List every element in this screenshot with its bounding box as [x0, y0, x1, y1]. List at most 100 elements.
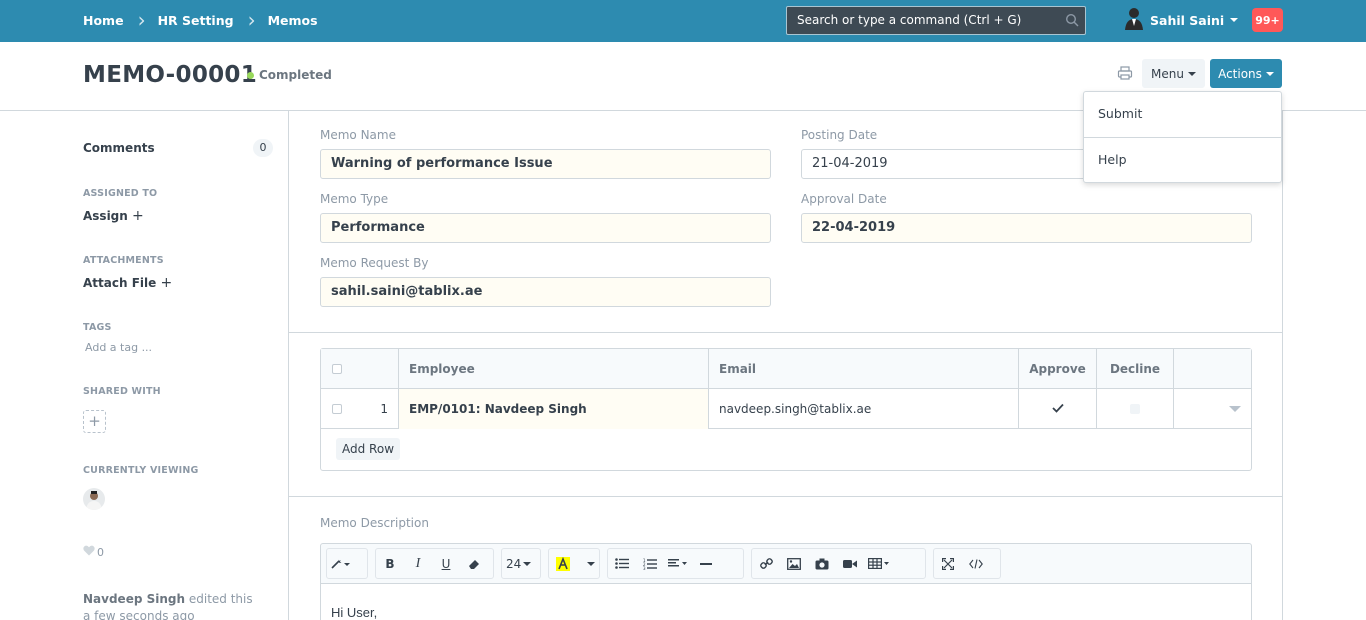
- ordered-list-icon[interactable]: 123: [636, 549, 664, 578]
- print-icon[interactable]: [1117, 66, 1133, 84]
- cell-decline[interactable]: [1097, 389, 1174, 429]
- shared-with-label: SHARED WITH: [83, 386, 161, 397]
- svg-text:3: 3: [643, 566, 646, 570]
- memo-name-label: Memo Name: [320, 128, 396, 142]
- image-icon[interactable]: [780, 549, 808, 578]
- cell-approve[interactable]: [1019, 389, 1097, 429]
- dropdown-item-submit[interactable]: Submit: [1098, 106, 1142, 121]
- breadcrumb-home[interactable]: Home: [83, 13, 124, 28]
- font-size-button[interactable]: 24: [502, 549, 535, 578]
- comments-link[interactable]: Comments: [83, 141, 155, 155]
- attach-file-label: Attach File: [83, 276, 157, 290]
- assign-link[interactable]: Assign +: [83, 208, 144, 224]
- row-index: 1: [380, 402, 388, 416]
- viewer-avatar: [83, 488, 105, 510]
- row-checkbox[interactable]: [332, 404, 342, 414]
- memo-description-editor[interactable]: Hi User,: [320, 583, 1252, 620]
- section-divider: [289, 496, 1282, 497]
- assigned-to-label: ASSIGNED TO: [83, 188, 158, 199]
- user-menu[interactable]: Sahil Saini: [1124, 8, 1239, 32]
- header-employee: Employee: [399, 349, 709, 389]
- form-sidebar: Comments 0 ASSIGNED TO Assign + ATTACHME…: [83, 111, 273, 620]
- color-dropdown-button[interactable]: [577, 549, 605, 578]
- video-icon[interactable]: [836, 549, 864, 578]
- approval-date-field[interactable]: 22-04-2019: [801, 213, 1252, 243]
- color-group: [548, 548, 600, 579]
- cell-email[interactable]: navdeep.singh@tablix.ae: [709, 389, 1019, 429]
- activity-entry: Navdeep Singh edited this a few seconds …: [83, 591, 273, 620]
- add-tag-input[interactable]: Add a tag ...: [85, 341, 152, 354]
- menu-button[interactable]: Menu: [1142, 59, 1205, 88]
- cell-employee[interactable]: EMP/0101: Navdeep Singh: [399, 389, 709, 429]
- memo-type-field[interactable]: Performance: [320, 213, 771, 243]
- italic-button[interactable]: I: [404, 549, 432, 578]
- like-button[interactable]: 0: [83, 545, 104, 559]
- eraser-icon[interactable]: [460, 549, 488, 578]
- font-size-value: 24: [506, 556, 522, 571]
- underline-button[interactable]: U: [432, 549, 460, 578]
- style-group: [326, 548, 368, 579]
- caret-down-icon: [1187, 71, 1196, 76]
- insert-group: [751, 548, 926, 579]
- notifications-badge[interactable]: 99+: [1252, 8, 1283, 32]
- dropdown-item-help[interactable]: Help: [1098, 152, 1127, 167]
- table-row[interactable]: 1 EMP/0101: Navdeep Singh navdeep.singh@…: [321, 389, 1251, 429]
- actions-button[interactable]: Actions: [1210, 59, 1282, 88]
- currently-viewing-label: CURRENTLY VIEWING: [83, 465, 199, 476]
- horizontal-rule-icon[interactable]: [692, 549, 720, 578]
- memo-request-by-field[interactable]: sahil.saini@tablix.ae: [320, 277, 771, 307]
- breadcrumb: Home › HR Setting › Memos: [83, 0, 318, 40]
- table-insert-icon[interactable]: [864, 549, 894, 578]
- caret-down-icon: [1230, 18, 1239, 22]
- activity-time: a few seconds ago: [83, 609, 195, 620]
- status-indicator: Completed: [247, 68, 332, 82]
- font-size-group: 24: [501, 548, 541, 579]
- fullscreen-icon[interactable]: [934, 549, 962, 578]
- status-label: Completed: [259, 68, 332, 82]
- approval-date-label: Approval Date: [801, 192, 887, 206]
- section-divider: [289, 332, 1282, 333]
- check-icon: [1051, 402, 1064, 416]
- caret-down-icon: [587, 561, 595, 566]
- select-all-checkbox[interactable]: [332, 364, 342, 374]
- header-email: Email: [709, 349, 1019, 389]
- attach-file-link[interactable]: Attach File +: [83, 275, 172, 291]
- header-approve: Approve: [1019, 349, 1097, 389]
- caret-down-icon: [523, 561, 532, 566]
- share-add-button[interactable]: +: [83, 410, 106, 433]
- bold-button[interactable]: B: [376, 549, 404, 578]
- header-decline: Decline: [1097, 349, 1174, 389]
- heart-icon: [83, 545, 95, 559]
- search-input[interactable]: Search or type a command (Ctrl + G): [786, 6, 1086, 35]
- breadcrumb-memos[interactable]: Memos: [268, 13, 318, 28]
- camera-icon[interactable]: [808, 549, 836, 578]
- add-row-button[interactable]: Add Row: [336, 438, 401, 460]
- row-edit-cell[interactable]: [1174, 389, 1251, 429]
- memo-name-field[interactable]: Warning of performance Issue: [320, 149, 771, 179]
- assign-label: Assign: [83, 209, 128, 223]
- editor-toolbar: B I U 24 123: [320, 543, 1252, 584]
- actions-button-label: Actions: [1218, 66, 1262, 81]
- code-view-icon[interactable]: [962, 549, 990, 578]
- editor-content: Hi User,: [331, 605, 378, 620]
- plus-icon: +: [132, 208, 144, 224]
- likes-count: 0: [97, 545, 104, 559]
- breadcrumb-hr-setting[interactable]: HR Setting: [158, 13, 234, 28]
- decline-checkbox[interactable]: [1130, 404, 1140, 414]
- attachments-label: ATTACHMENTS: [83, 255, 164, 266]
- text-color-button[interactable]: [549, 549, 577, 578]
- actions-dropdown: Submit Help: [1083, 91, 1282, 183]
- unordered-list-icon[interactable]: [608, 549, 636, 578]
- chevron-right-icon: ›: [137, 8, 146, 32]
- magic-wand-icon[interactable]: [327, 549, 355, 578]
- memo-description-label: Memo Description: [320, 516, 429, 530]
- menu-button-label: Menu: [1151, 66, 1184, 81]
- caret-down-icon: [1265, 71, 1274, 76]
- header-checkbox-cell: [321, 349, 399, 389]
- activity-user[interactable]: Navdeep Singh: [83, 592, 185, 606]
- comments-count-badge: 0: [253, 139, 273, 157]
- align-icon[interactable]: [664, 549, 692, 578]
- memo-type-label: Memo Type: [320, 192, 389, 206]
- link-icon[interactable]: [752, 549, 780, 578]
- chevron-down-icon: [1229, 406, 1241, 412]
